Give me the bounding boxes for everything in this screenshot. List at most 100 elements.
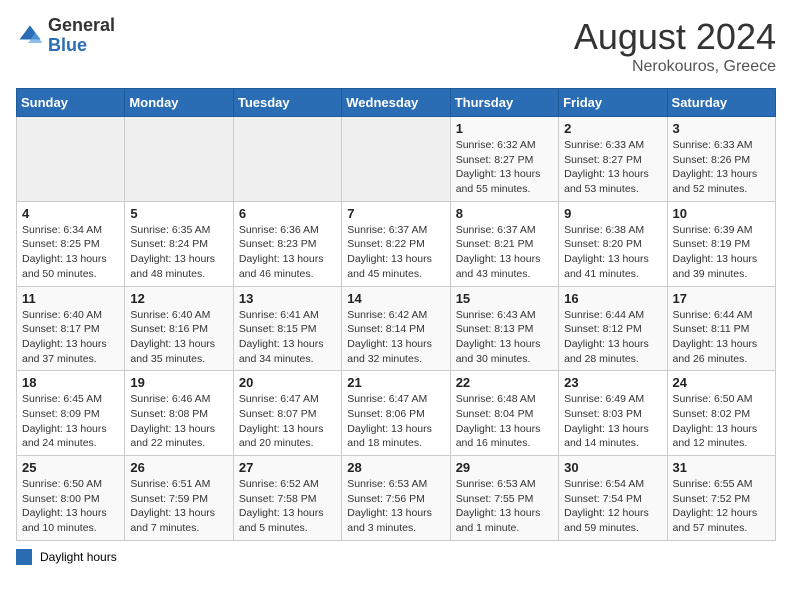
calendar-cell-23: 19 Sunrise: 6:46 AM Sunset: 8:08 PM Dayli… <box>125 371 233 456</box>
day-info: Sunrise: 6:37 AM Sunset: 8:21 PM Dayligh… <box>456 223 553 282</box>
day-info: Sunrise: 6:47 AM Sunset: 8:06 PM Dayligh… <box>347 392 444 451</box>
calendar-cell-14: 10 Sunrise: 6:39 AM Sunset: 8:19 PM Dayli… <box>667 201 775 286</box>
day-info: Sunrise: 6:54 AM Sunset: 7:54 PM Dayligh… <box>564 477 661 536</box>
calendar-week-4: 18 Sunrise: 6:45 AM Sunset: 8:09 PM Dayli… <box>17 371 776 456</box>
calendar-header-tuesday: Tuesday <box>233 89 341 117</box>
calendar-cell-8: 4Sunrise: 6:34 AM Sunset: 8:25 PM Daylig… <box>17 201 125 286</box>
day-info: Sunrise: 6:33 AM Sunset: 8:27 PM Dayligh… <box>564 138 661 197</box>
logo: General Blue <box>16 16 115 56</box>
day-number: 7 <box>347 206 444 221</box>
calendar-cell-18: 14Sunrise: 6:42 AM Sunset: 8:14 PM Dayli… <box>342 286 450 371</box>
day-info: Sunrise: 6:52 AM Sunset: 7:58 PM Dayligh… <box>239 477 336 536</box>
day-number: 25 <box>22 460 119 475</box>
logo-general-text: General <box>48 15 115 35</box>
day-info: Sunrise: 6:37 AM Sunset: 8:22 PM Dayligh… <box>347 223 444 282</box>
day-number: 13 <box>239 291 336 306</box>
day-info: Sunrise: 6:35 AM Sunset: 8:24 PM Dayligh… <box>130 223 227 282</box>
day-number: 11 <box>22 291 119 306</box>
calendar-week-5: 25 Sunrise: 6:50 AM Sunset: 8:00 PM Dayli… <box>17 456 776 541</box>
calendar-cell-34: 30Sunrise: 6:54 AM Sunset: 7:54 PM Dayli… <box>559 456 667 541</box>
day-info: Sunrise: 6:46 AM Sunset: 8:08 PM Dayligh… <box>130 392 227 451</box>
calendar-cell-25: 21Sunrise: 6:47 AM Sunset: 8:06 PM Dayli… <box>342 371 450 456</box>
calendar-cell-11: 7 Sunrise: 6:37 AM Sunset: 8:22 PM Daylig… <box>342 201 450 286</box>
day-info: Sunrise: 6:48 AM Sunset: 8:04 PM Dayligh… <box>456 392 553 451</box>
calendar-cell-33: 29 Sunrise: 6:53 AM Sunset: 7:55 PM Dayli… <box>450 456 558 541</box>
calendar-cell-4 <box>342 117 450 202</box>
calendar-cell-32: 28Sunrise: 6:53 AM Sunset: 7:56 PM Dayli… <box>342 456 450 541</box>
calendar-cell-1 <box>17 117 125 202</box>
calendar-header-monday: Monday <box>125 89 233 117</box>
day-info: Sunrise: 6:53 AM Sunset: 7:55 PM Dayligh… <box>456 477 553 536</box>
day-number: 10 <box>673 206 770 221</box>
calendar-cell-2 <box>125 117 233 202</box>
day-number: 3 <box>673 121 770 136</box>
calendar-cell-17: 13 Sunrise: 6:41 AM Sunset: 8:15 PM Dayli… <box>233 286 341 371</box>
title-block: August 2024 Nerokouros, Greece <box>574 16 776 76</box>
day-info: Sunrise: 6:33 AM Sunset: 8:26 PM Dayligh… <box>673 138 770 197</box>
calendar-cell-3 <box>233 117 341 202</box>
logo-blue-text: Blue <box>48 35 87 55</box>
legend-box <box>16 549 32 565</box>
calendar-cell-12: 8 Sunrise: 6:37 AM Sunset: 8:21 PM Daylig… <box>450 201 558 286</box>
legend: Daylight hours <box>16 549 776 565</box>
day-info: Sunrise: 6:40 AM Sunset: 8:17 PM Dayligh… <box>22 308 119 367</box>
day-number: 9 <box>564 206 661 221</box>
calendar-cell-22: 18 Sunrise: 6:45 AM Sunset: 8:09 PM Dayli… <box>17 371 125 456</box>
day-info: Sunrise: 6:49 AM Sunset: 8:03 PM Dayligh… <box>564 392 661 451</box>
day-number: 12 <box>130 291 227 306</box>
calendar-cell-21: 17 Sunrise: 6:44 AM Sunset: 8:11 PM Dayli… <box>667 286 775 371</box>
day-number: 29 <box>456 460 553 475</box>
calendar-week-2: 4Sunrise: 6:34 AM Sunset: 8:25 PM Daylig… <box>17 201 776 286</box>
day-info: Sunrise: 6:32 AM Sunset: 8:27 PM Dayligh… <box>456 138 553 197</box>
calendar-week-3: 11 Sunrise: 6:40 AM Sunset: 8:17 PM Dayli… <box>17 286 776 371</box>
calendar-header-thursday: Thursday <box>450 89 558 117</box>
day-number: 23 <box>564 375 661 390</box>
day-number: 6 <box>239 206 336 221</box>
calendar-cell-26: 22 Sunrise: 6:48 AM Sunset: 8:04 PM Dayli… <box>450 371 558 456</box>
day-number: 20 <box>239 375 336 390</box>
month-year: August 2024 <box>574 16 776 58</box>
day-info: Sunrise: 6:43 AM Sunset: 8:13 PM Dayligh… <box>456 308 553 367</box>
day-number: 22 <box>456 375 553 390</box>
day-number: 24 <box>673 375 770 390</box>
day-info: Sunrise: 6:50 AM Sunset: 8:00 PM Dayligh… <box>22 477 119 536</box>
day-info: Sunrise: 6:44 AM Sunset: 8:11 PM Dayligh… <box>673 308 770 367</box>
calendar-cell-13: 9 Sunrise: 6:38 AM Sunset: 8:20 PM Daylig… <box>559 201 667 286</box>
calendar-cell-7: 3 Sunrise: 6:33 AM Sunset: 8:26 PM Daylig… <box>667 117 775 202</box>
page-header: General Blue August 2024 Nerokouros, Gre… <box>16 16 776 76</box>
calendar-header-sunday: Sunday <box>17 89 125 117</box>
day-info: Sunrise: 6:55 AM Sunset: 7:52 PM Dayligh… <box>673 477 770 536</box>
day-number: 18 <box>22 375 119 390</box>
calendar-cell-5: 1Sunrise: 6:32 AM Sunset: 8:27 PM Daylig… <box>450 117 558 202</box>
logo-icon <box>16 22 44 50</box>
day-number: 19 <box>130 375 227 390</box>
calendar-table: SundayMondayTuesdayWednesdayThursdayFrid… <box>16 88 776 541</box>
day-number: 16 <box>564 291 661 306</box>
day-number: 26 <box>130 460 227 475</box>
calendar-cell-30: 26 Sunrise: 6:51 AM Sunset: 7:59 PM Dayli… <box>125 456 233 541</box>
day-info: Sunrise: 6:36 AM Sunset: 8:23 PM Dayligh… <box>239 223 336 282</box>
calendar-cell-35: 31Sunrise: 6:55 AM Sunset: 7:52 PM Dayli… <box>667 456 775 541</box>
day-info: Sunrise: 6:40 AM Sunset: 8:16 PM Dayligh… <box>130 308 227 367</box>
calendar-cell-19: 15Sunrise: 6:43 AM Sunset: 8:13 PM Dayli… <box>450 286 558 371</box>
calendar-cell-6: 2 Sunrise: 6:33 AM Sunset: 8:27 PM Daylig… <box>559 117 667 202</box>
day-info: Sunrise: 6:34 AM Sunset: 8:25 PM Dayligh… <box>22 223 119 282</box>
calendar-cell-20: 16Sunrise: 6:44 AM Sunset: 8:12 PM Dayli… <box>559 286 667 371</box>
calendar-week-1: 1Sunrise: 6:32 AM Sunset: 8:27 PM Daylig… <box>17 117 776 202</box>
calendar-cell-9: 5Sunrise: 6:35 AM Sunset: 8:24 PM Daylig… <box>125 201 233 286</box>
day-number: 17 <box>673 291 770 306</box>
legend-label: Daylight hours <box>40 550 117 564</box>
day-info: Sunrise: 6:51 AM Sunset: 7:59 PM Dayligh… <box>130 477 227 536</box>
location: Nerokouros, Greece <box>574 58 776 76</box>
calendar-cell-15: 11 Sunrise: 6:40 AM Sunset: 8:17 PM Dayli… <box>17 286 125 371</box>
day-number: 27 <box>239 460 336 475</box>
day-info: Sunrise: 6:45 AM Sunset: 8:09 PM Dayligh… <box>22 392 119 451</box>
day-info: Sunrise: 6:50 AM Sunset: 8:02 PM Dayligh… <box>673 392 770 451</box>
day-info: Sunrise: 6:41 AM Sunset: 8:15 PM Dayligh… <box>239 308 336 367</box>
day-info: Sunrise: 6:39 AM Sunset: 8:19 PM Dayligh… <box>673 223 770 282</box>
calendar-cell-31: 27 Sunrise: 6:52 AM Sunset: 7:58 PM Dayli… <box>233 456 341 541</box>
day-number: 8 <box>456 206 553 221</box>
day-info: Sunrise: 6:38 AM Sunset: 8:20 PM Dayligh… <box>564 223 661 282</box>
calendar-header-wednesday: Wednesday <box>342 89 450 117</box>
day-number: 2 <box>564 121 661 136</box>
